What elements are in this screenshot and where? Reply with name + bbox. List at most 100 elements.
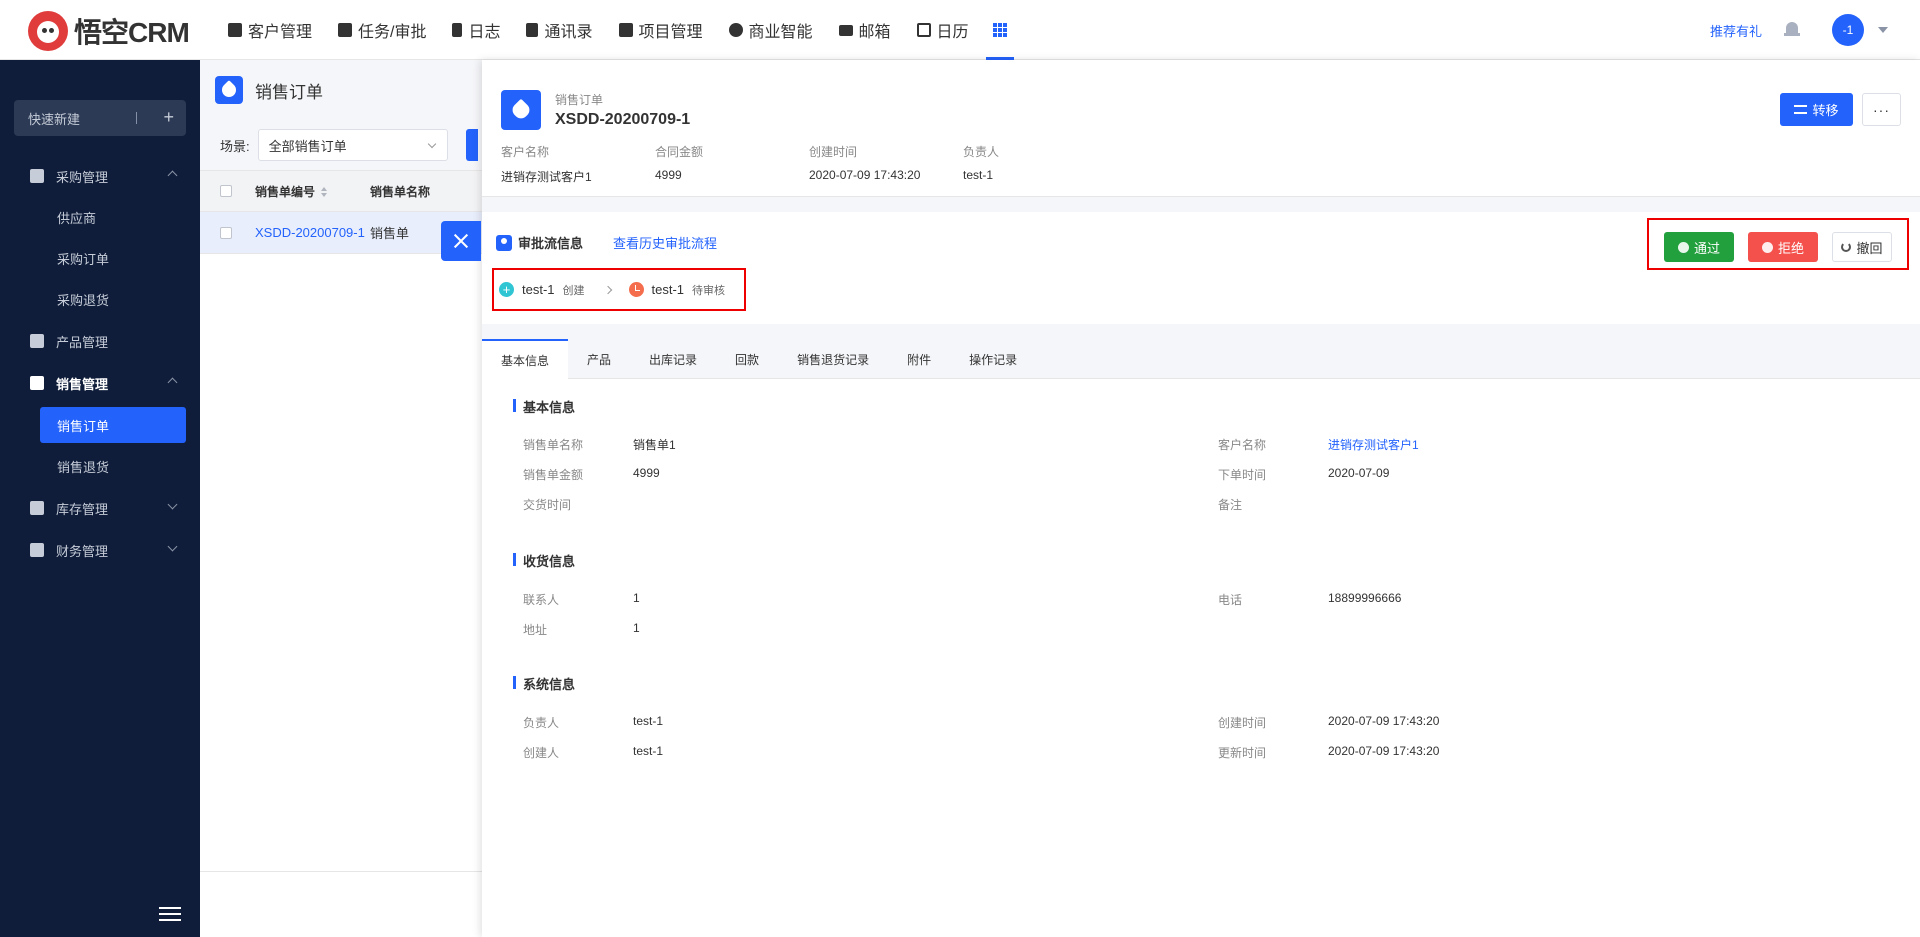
tab-operation-log[interactable]: 操作记录 <box>950 339 1036 379</box>
column-header[interactable]: 销售单编号 <box>255 183 368 200</box>
sidebar: 快速新建 + 采购管理 供应商 采购订单 采购退货 产品管理 销售管理 销售订单… <box>0 60 200 937</box>
nav-project[interactable]: 项目管理 <box>606 0 716 60</box>
field-value: 进销存测试客户1 <box>501 170 592 184</box>
transfer-button[interactable]: 转移 <box>1780 93 1853 126</box>
sidebar-group-product[interactable]: 产品管理 <box>0 320 200 362</box>
sidebar-item-sales-order[interactable]: 销售订单 <box>40 407 186 443</box>
reject-button[interactable]: 拒绝 <box>1748 232 1818 262</box>
customer-link[interactable]: 进销存测试客户1 <box>1328 436 1628 453</box>
nav-label: 客户管理 <box>248 24 313 41</box>
tab-attachments[interactable]: 附件 <box>888 339 950 379</box>
chevron-down-icon <box>427 139 436 149</box>
field-label: 创建时间 <box>809 145 858 159</box>
approval-history-link[interactable]: 查看历史审批流程 <box>613 233 717 252</box>
sort-icon <box>321 187 328 198</box>
approve-label: 通过 <box>1693 240 1720 256</box>
field-value: 4999 <box>655 168 682 182</box>
nav-label: 日志 <box>468 24 501 41</box>
collapse-menu-icon[interactable] <box>159 907 181 921</box>
row-checkbox[interactable] <box>220 226 232 239</box>
briefcase-icon <box>338 23 353 37</box>
nav-customer[interactable]: 客户管理 <box>215 0 325 60</box>
sidebar-group-purchase[interactable]: 采购管理 <box>0 155 200 197</box>
chevron-up-icon <box>167 170 178 181</box>
sidebar-item-purchase-return[interactable]: 采购退货 <box>0 279 200 320</box>
sidebar-group-sales[interactable]: 销售管理 <box>0 362 200 404</box>
reject-label: 拒绝 <box>1777 240 1804 256</box>
logo[interactable]: 悟空CRM <box>28 11 190 51</box>
nav-log[interactable]: 日志 <box>439 0 513 60</box>
field-value: test-1 <box>633 714 664 728</box>
tab-payment[interactable]: 回款 <box>716 339 778 379</box>
nav-label: 项目管理 <box>638 24 703 41</box>
table-row[interactable]: XSDD-20200709-1 销售单 <box>200 212 482 254</box>
field-value: 2020-07-09 17:43:20 <box>809 168 921 182</box>
scene-select[interactable]: 全部销售订单 <box>257 129 448 161</box>
field-value: 2020-07-09 17:43:20 <box>1328 744 1440 758</box>
summary-fields: 客户名称 进销存测试客户1 合同金额 4999 创建时间 2020-07-09 17:… <box>501 143 1117 185</box>
quick-create-button[interactable]: 快速新建 + <box>14 100 186 136</box>
sidebar-group-label: 采购管理 <box>56 169 109 185</box>
project-icon <box>618 23 633 37</box>
nav-calendar[interactable]: 日历 <box>904 0 982 60</box>
column-label: 销售单名称 <box>370 184 431 199</box>
field-label: 下单时间 <box>1218 468 1267 482</box>
detail-type: 销售订单 <box>555 93 604 107</box>
recommend-link[interactable]: 推荐有礼 <box>1710 21 1762 40</box>
column-header[interactable]: 销售单名称 <box>368 183 482 200</box>
chevron-up-icon <box>167 377 178 388</box>
flow-status: 创建 <box>562 284 585 297</box>
avatar[interactable]: -1 <box>1832 14 1864 46</box>
tag-icon <box>501 90 541 130</box>
nav-contacts[interactable]: 通讯录 <box>513 0 605 60</box>
section-title-system: 系统信息 <box>513 674 575 693</box>
recall-button[interactable]: 撤回 <box>1832 232 1892 262</box>
sidebar-group-inventory[interactable]: 库存管理 <box>0 487 200 529</box>
field-label: 客户名称 <box>1218 438 1267 452</box>
list-title: 销售订单 <box>255 82 323 102</box>
field-label: 负责人 <box>523 716 560 730</box>
chevron-down-icon <box>167 541 178 552</box>
detail-header: 销售订单 XSDD-20200709-1 客户名称 进销存测试客户1 合同金额 49… <box>482 60 1920 197</box>
tab-basic-info[interactable]: 基本信息 <box>482 339 569 380</box>
divider <box>136 112 137 124</box>
field-label: 销售单名称 <box>523 438 584 452</box>
close-icon[interactable] <box>441 221 481 261</box>
scene-filter: 场景: 全部销售订单 <box>200 120 482 170</box>
nav-app-grid[interactable] <box>982 0 1018 60</box>
field-value: test-1 <box>633 744 664 758</box>
field-value: test-1 <box>963 168 994 182</box>
log-icon <box>452 23 463 37</box>
user-icon <box>496 234 512 251</box>
more-button[interactable]: ··· <box>1862 93 1901 126</box>
sidebar-item-supplier[interactable]: 供应商 <box>0 197 200 238</box>
sidebar-item-purchase-order[interactable]: 采购订单 <box>0 238 200 279</box>
tab-products[interactable]: 产品 <box>568 339 630 379</box>
nav-task-approval[interactable]: 任务/审批 <box>325 0 439 60</box>
transfer-label: 转移 <box>1812 103 1839 118</box>
sidebar-group-finance[interactable]: 财务管理 <box>0 529 200 571</box>
approve-button[interactable]: 通过 <box>1664 232 1734 262</box>
sidebar-item-sales-return[interactable]: 销售退货 <box>0 446 200 487</box>
mail-icon <box>838 24 853 36</box>
tab-sales-return[interactable]: 销售退货记录 <box>778 339 888 379</box>
field-label: 电话 <box>1218 593 1243 607</box>
check-circle-icon <box>1677 241 1689 253</box>
nav-label: 任务/审批 <box>358 24 427 41</box>
list-action-button[interactable] <box>465 129 478 161</box>
chevron-right-icon <box>603 285 612 294</box>
bell-icon[interactable] <box>1784 22 1800 38</box>
section-title-shipping: 收货信息 <box>513 551 575 570</box>
field-value: 1 <box>633 621 640 635</box>
chevron-down-icon[interactable] <box>1878 27 1888 33</box>
transfer-icon <box>1794 105 1808 114</box>
order-no-cell[interactable]: XSDD-20200709-1 <box>255 225 368 240</box>
customer-icon <box>228 23 242 37</box>
select-all-checkbox[interactable] <box>220 185 232 197</box>
field-label: 销售单金额 <box>523 468 584 482</box>
tab-outbound[interactable]: 出库记录 <box>630 339 716 379</box>
nav-bi[interactable]: 商业智能 <box>716 0 826 60</box>
nav-mail[interactable]: 邮箱 <box>826 0 904 60</box>
wallet-icon <box>30 543 44 557</box>
field-value: 2020-07-09 17:43:20 <box>1328 714 1440 728</box>
